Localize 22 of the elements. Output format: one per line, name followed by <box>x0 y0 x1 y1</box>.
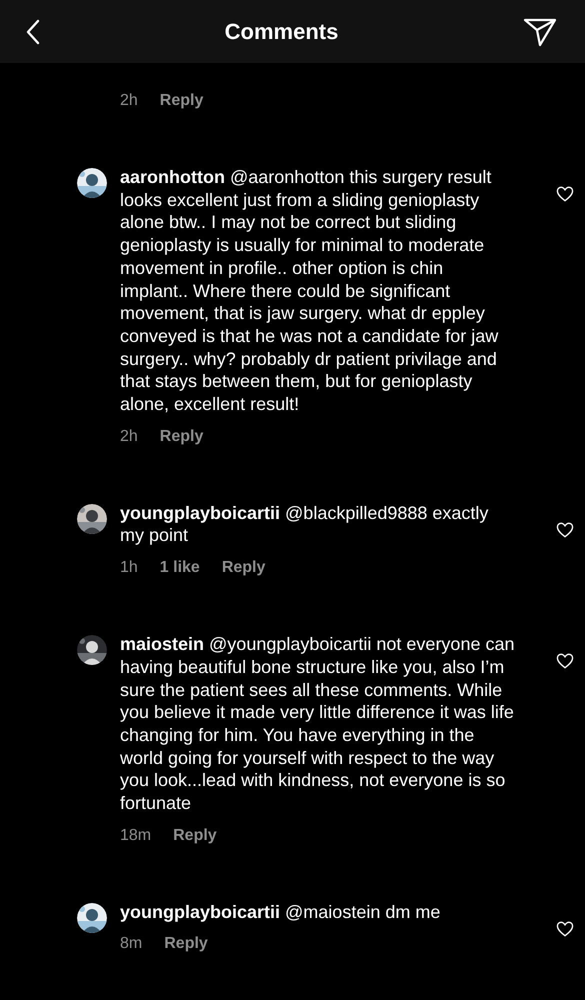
comment-text: maiostein @youngplayboicartii not everyone can having beautiful bone structure like you, also I’m sure the patient sees all these comments. While you believe it made very little difference it was life changing for him. You have everything in the world going for yourself with respect to the way you look...lead with kindness, not everyone is so fortunate <box>120 633 515 815</box>
reply-link[interactable]: Reply <box>173 826 217 845</box>
send-icon[interactable] <box>523 16 557 46</box>
page-title: Comments <box>224 18 338 44</box>
reply-link[interactable]: Reply <box>164 935 208 954</box>
back-icon[interactable] <box>26 18 40 44</box>
heart-icon[interactable] <box>556 920 574 937</box>
heart-icon[interactable] <box>556 522 574 538</box>
reply-link[interactable]: Reply <box>222 559 266 578</box>
comment-time: 8m <box>120 935 142 954</box>
comment-text: youngplayboicartii @maiostein dm me <box>120 900 442 924</box>
likes-count[interactable]: 1 like <box>160 559 200 578</box>
comment-time: 2h <box>120 428 138 446</box>
comment-time: 2h <box>120 92 138 110</box>
comment-text: youngplayboicartii @blackpilled9888 exactly my point <box>120 502 490 548</box>
heart-icon[interactable] <box>556 186 574 202</box>
comment-time: 18m <box>120 826 152 845</box>
reply-link[interactable]: Reply <box>160 92 204 110</box>
comment-time: 1h <box>120 559 138 578</box>
heart-icon[interactable] <box>556 653 574 670</box>
comment-text: aaronhotton @aaronhotton this surgery result looks excellent just from a sliding genioplasty alone btw.. I may not be correct but sliding genioplasty is usually for minimal to moderate movement in profile.. other option is chin implant.. Where there could be significant movement, that is jaw surgery. what dr eppley conveyed is that he was not a candidate for jaw surgery.. why? probably dr patient privilage and that stays between them, but for genioplasty alone, excellent result! <box>120 166 500 416</box>
reply-link[interactable]: Reply <box>160 428 204 446</box>
